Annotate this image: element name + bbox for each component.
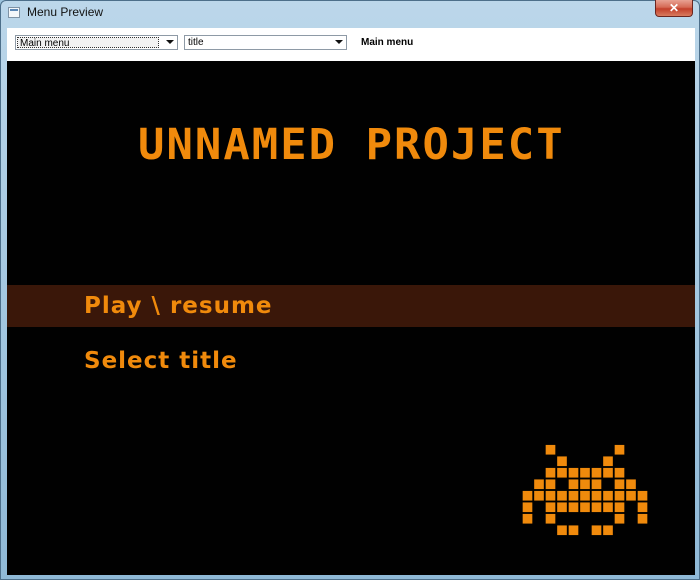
item-select[interactable]: title xyxy=(184,35,347,50)
chevron-down-icon[interactable] xyxy=(166,40,174,44)
toolbar: Main menu title Main menu xyxy=(7,28,695,61)
title-bar[interactable]: Menu Preview ✕ xyxy=(1,0,699,25)
menu-preview-window: Menu Preview ✕ Main menu title Main menu… xyxy=(0,0,700,580)
menu-preview-canvas: UNNAMED PROJECT Play \ resume Select tit… xyxy=(7,61,695,575)
item-select-value: title xyxy=(188,37,204,48)
menu-select[interactable]: Main menu xyxy=(15,35,178,50)
menu-item-select-title[interactable]: Select title xyxy=(7,340,695,382)
window-title: Menu Preview xyxy=(27,5,104,19)
close-button[interactable]: ✕ xyxy=(655,0,693,17)
chevron-down-icon[interactable] xyxy=(335,40,343,44)
app-window-icon xyxy=(8,7,20,18)
toolbar-caption: Main menu xyxy=(361,37,414,48)
menu-select-value: Main menu xyxy=(17,37,159,48)
game-title: UNNAMED PROJECT xyxy=(138,120,565,170)
menu-item-play-resume[interactable]: Play \ resume xyxy=(7,285,695,327)
space-invader-icon xyxy=(522,444,648,536)
